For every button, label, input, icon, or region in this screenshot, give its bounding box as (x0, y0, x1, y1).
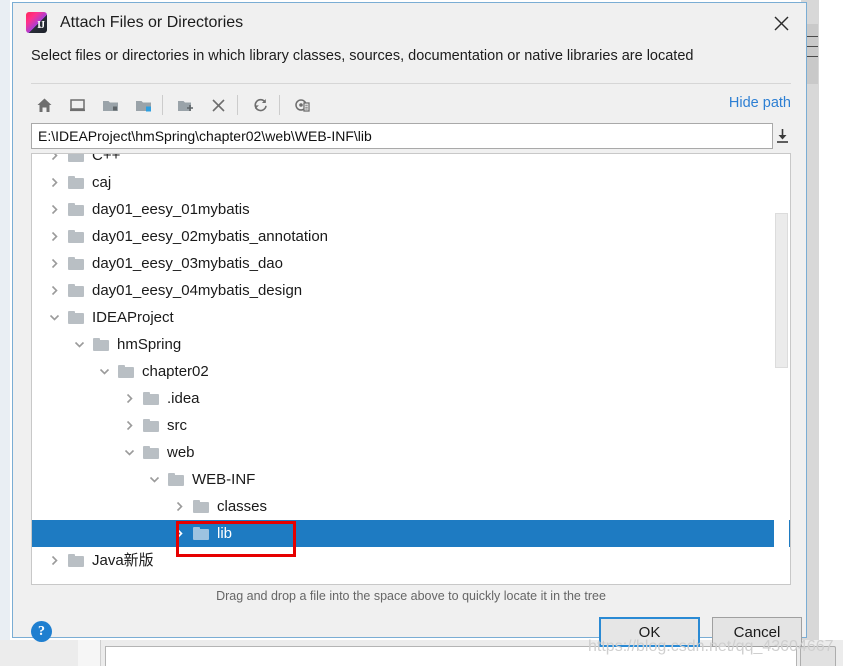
hide-path-link[interactable]: Hide path (729, 95, 791, 111)
new-folder-icon[interactable] (172, 92, 198, 118)
tree-row-label: classes (217, 498, 268, 515)
path-row (31, 123, 791, 149)
intellij-idea-icon (26, 12, 47, 33)
folder-icon (68, 310, 86, 325)
chevron-right-icon[interactable] (46, 202, 62, 218)
tree-row[interactable]: caj (32, 169, 790, 196)
insert-path-icon[interactable] (773, 126, 791, 146)
folder-icon (143, 391, 161, 406)
help-icon[interactable]: ? (31, 621, 52, 642)
chevron-right-icon[interactable] (46, 175, 62, 191)
chevron-right-icon[interactable] (171, 526, 187, 542)
tree-scrollbar-track[interactable] (774, 155, 789, 583)
folder-icon (68, 229, 86, 244)
chevron-right-icon[interactable] (46, 256, 62, 272)
tree-row-label: day01_eesy_03mybatis_dao (92, 255, 283, 272)
tree-row[interactable]: hmSpring (32, 331, 790, 358)
cancel-button[interactable]: Cancel (712, 617, 802, 647)
tree-row-label: C++ (92, 153, 121, 164)
tree-row[interactable]: WEB-INF (32, 466, 790, 493)
dialog-title: Attach Files or Directories (60, 14, 244, 31)
refresh-icon[interactable] (247, 92, 273, 118)
dialog-titlebar: Attach Files or Directories (13, 3, 806, 45)
folder-icon (68, 154, 86, 163)
chevron-right-icon[interactable] (46, 154, 62, 164)
folder-icon (193, 526, 211, 541)
background-left-strip (0, 0, 10, 666)
tree-row[interactable]: day01_eesy_04mybatis_design (32, 277, 790, 304)
tree-row[interactable]: day01_eesy_02mybatis_annotation (32, 223, 790, 250)
delete-icon[interactable] (205, 92, 231, 118)
tree-row-label: Java新版 (92, 552, 154, 569)
folder-icon (118, 364, 136, 379)
project-folder-icon[interactable] (97, 92, 123, 118)
tree-row-label: WEB-INF (192, 471, 256, 488)
folder-icon (68, 202, 86, 217)
tree-row[interactable]: src (32, 412, 790, 439)
background-bottom-tab[interactable] (78, 640, 101, 666)
chevron-right-icon[interactable] (46, 283, 62, 299)
folder-icon (68, 256, 86, 271)
tree-row-label: .idea (167, 390, 200, 407)
chevron-right-icon[interactable] (46, 229, 62, 245)
tree-row-label: IDEAProject (92, 309, 174, 326)
chevron-down-icon[interactable] (46, 310, 62, 326)
desktop-icon[interactable] (64, 92, 90, 118)
tree-row-label: day01_eesy_04mybatis_design (92, 282, 303, 299)
folder-icon (68, 175, 86, 190)
tree-row[interactable]: classes (32, 493, 790, 520)
drag-drop-hint: Drag and drop a file into the space abov… (216, 589, 606, 603)
chevron-down-icon[interactable] (71, 337, 87, 353)
tree-row-label: hmSpring (117, 336, 182, 353)
toolbar-separator-3 (279, 95, 280, 115)
chevron-right-icon[interactable] (121, 391, 137, 407)
tree-row[interactable]: C++ (32, 153, 790, 169)
toolbar-separator-2 (237, 95, 238, 115)
path-input[interactable] (31, 123, 773, 149)
chevron-right-icon[interactable] (121, 418, 137, 434)
tree-row[interactable]: IDEAProject (32, 304, 790, 331)
tree-row-selected[interactable]: lib (32, 520, 790, 547)
tree-row-label: lib (217, 525, 233, 542)
close-icon[interactable] (766, 9, 796, 37)
tree-row[interactable]: day01_eesy_03mybatis_dao (32, 250, 790, 277)
home-icon[interactable] (31, 92, 57, 118)
background-bottom-button[interactable] (800, 646, 836, 666)
ok-button[interactable]: OK (599, 617, 700, 647)
tree-row-label: day01_eesy_01mybatis (92, 201, 250, 218)
tree-row-label: src (167, 417, 187, 434)
dialog-toolbar: Hide path (31, 89, 791, 121)
tree-row[interactable]: web (32, 439, 790, 466)
dialog-subtitle: Select files or directories in which lib… (31, 48, 694, 64)
tree-row[interactable]: day01_eesy_01mybatis (32, 196, 790, 223)
folder-icon (143, 445, 161, 460)
tree-row-label: web (167, 444, 195, 461)
folder-icon (93, 337, 111, 352)
tree-row[interactable]: Java新版 (32, 547, 790, 574)
toolbar-divider (31, 83, 791, 84)
tree-row-label: chapter02 (142, 363, 209, 380)
attach-files-dialog: Attach Files or Directories Select files… (12, 2, 807, 647)
chevron-right-icon[interactable] (171, 499, 187, 515)
background-bottom-input[interactable] (105, 646, 797, 666)
folder-icon (68, 283, 86, 298)
toolbar-separator (162, 95, 163, 115)
tree-row[interactable]: chapter02 (32, 358, 790, 385)
show-hidden-icon[interactable] (289, 92, 315, 118)
tree-row[interactable]: .idea (32, 385, 790, 412)
tree-row-label: day01_eesy_02mybatis_annotation (92, 228, 329, 245)
folder-icon (168, 472, 186, 487)
tree-row-label: caj (92, 174, 112, 191)
chevron-down-icon[interactable] (121, 445, 137, 461)
directory-tree[interactable]: C++ caj day01_eesy_01mybatis day01_eesy_02m… (31, 153, 791, 585)
chevron-down-icon[interactable] (96, 364, 112, 380)
folder-icon (68, 553, 86, 568)
chevron-right-icon[interactable] (46, 553, 62, 569)
tree-scrollbar-thumb[interactable] (775, 213, 788, 368)
folder-icon (143, 418, 161, 433)
module-folder-icon[interactable] (130, 92, 156, 118)
screenshot-root: Attach Files or Directories Select files… (0, 0, 843, 666)
chevron-down-icon[interactable] (146, 472, 162, 488)
folder-icon (193, 499, 211, 514)
